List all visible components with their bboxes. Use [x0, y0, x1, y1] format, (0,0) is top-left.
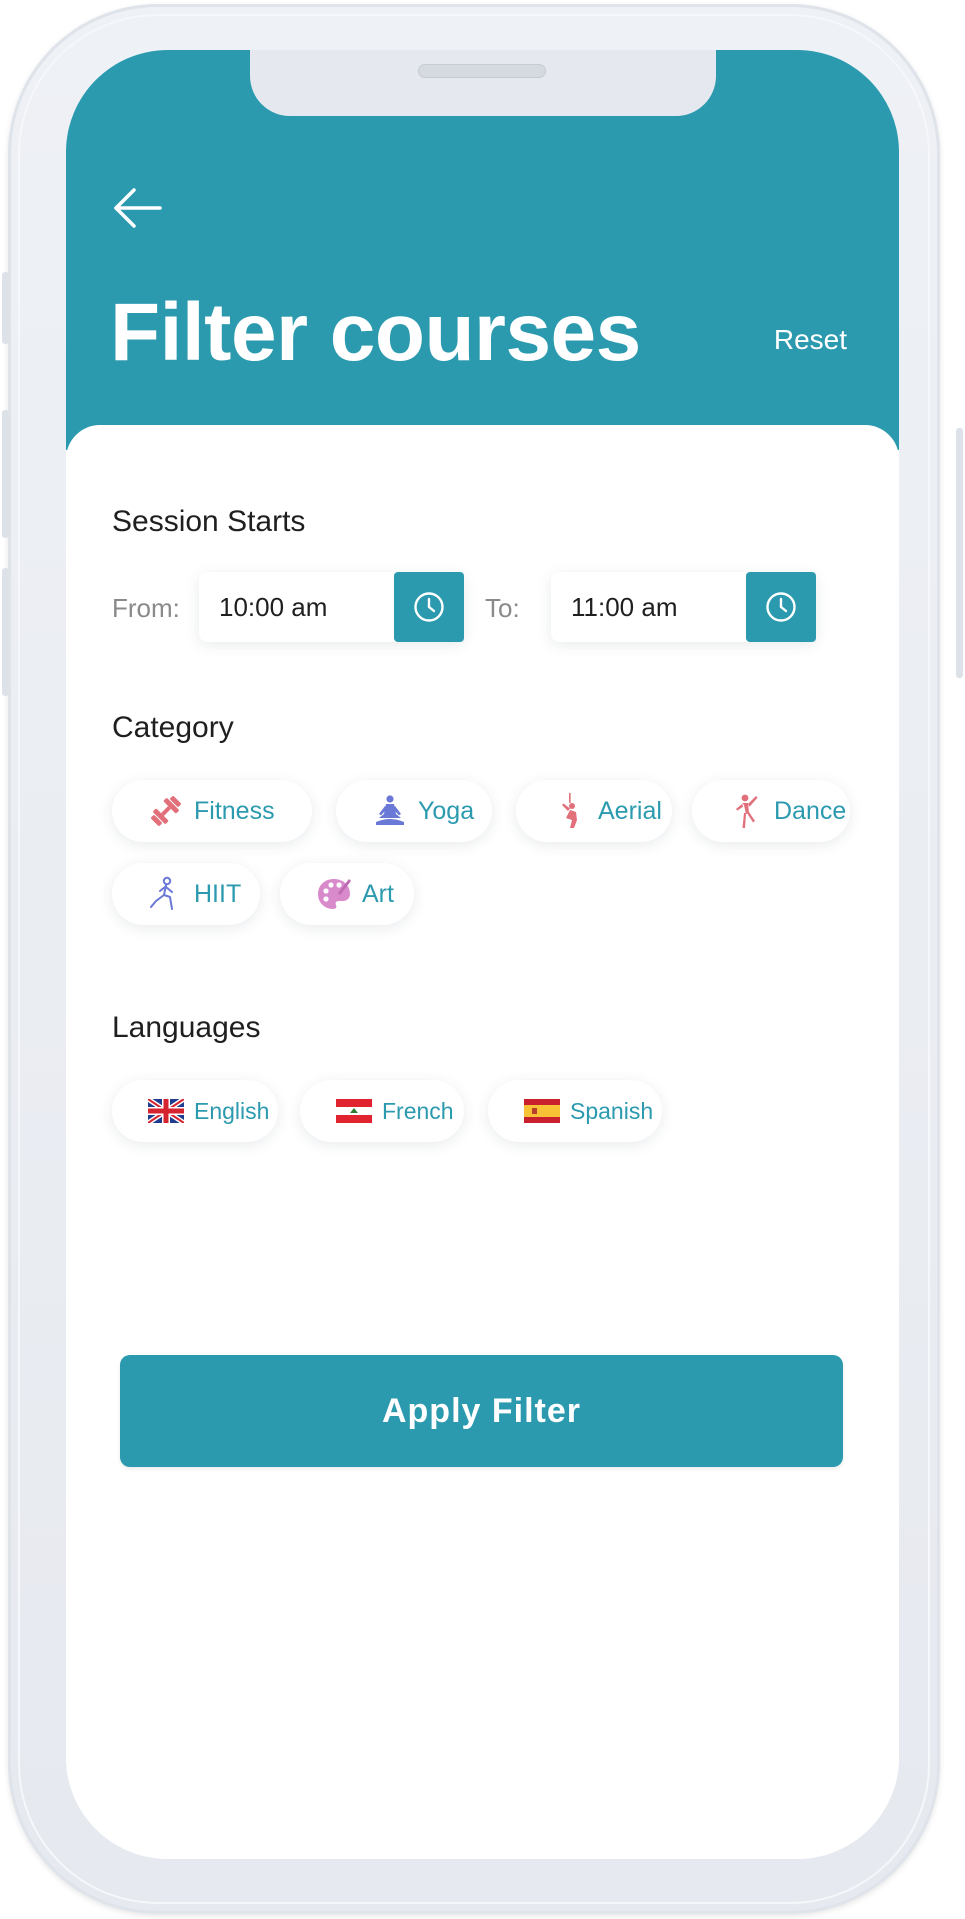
to-time-picker-button[interactable]	[746, 572, 816, 642]
language-chip-label: English	[194, 1097, 270, 1124]
flag-icon	[336, 1099, 372, 1123]
phone-volume-down	[2, 568, 9, 696]
category-chip-fitness[interactable]: Fitness	[112, 780, 312, 842]
apply-filter-button[interactable]: Apply Filter	[120, 1355, 843, 1467]
category-chip-art[interactable]: Art	[280, 863, 414, 925]
dancer-icon	[728, 793, 764, 829]
header: Filter courses Reset	[66, 50, 899, 450]
from-label: From:	[112, 593, 180, 623]
palette-icon	[316, 876, 352, 912]
category-row-1: Fitness Yoga Aerial Dance	[112, 780, 872, 842]
to-label: To:	[485, 593, 520, 623]
clock-icon	[766, 592, 796, 622]
phone-silent-switch	[2, 272, 9, 344]
aerial-dancer-icon	[552, 793, 588, 829]
yoga-icon	[372, 793, 408, 829]
app-screen: Filter courses Reset Session Starts From…	[66, 50, 899, 1859]
to-time-field[interactable]: 11:00 am	[551, 572, 816, 642]
category-chip-label: Fitness	[194, 796, 275, 825]
category-chip-yoga[interactable]: Yoga	[336, 780, 492, 842]
language-chip-french[interactable]: French	[300, 1080, 464, 1142]
speaker-grille	[418, 64, 546, 78]
dumbbell-icon	[148, 793, 184, 829]
notch	[250, 50, 716, 116]
lunge-icon	[148, 876, 184, 912]
category-chip-dance[interactable]: Dance	[692, 780, 850, 842]
language-chip-english[interactable]: English	[112, 1080, 278, 1142]
uk-flag-icon	[148, 1099, 184, 1123]
category-chip-label: Aerial	[598, 796, 662, 825]
session-starts-label: Session Starts	[112, 505, 306, 538]
phone-power-button	[956, 428, 963, 678]
category-chip-label: HIIT	[194, 879, 242, 908]
category-chip-label: Yoga	[418, 796, 475, 825]
from-time-field[interactable]: 10:00 am	[199, 572, 464, 642]
languages-row: English French Spanish	[112, 1080, 872, 1142]
category-chip-hiit[interactable]: HIIT	[112, 863, 260, 925]
language-chip-spanish[interactable]: Spanish	[488, 1080, 662, 1142]
reset-button[interactable]: Reset	[774, 324, 847, 356]
session-time-row: From: 10:00 am To: 11:00 am	[112, 572, 852, 642]
language-chip-label: Spanish	[570, 1097, 654, 1124]
category-chip-label: Art	[362, 879, 394, 908]
page-title: Filter courses	[110, 287, 641, 378]
back-button[interactable]	[112, 186, 162, 230]
category-chip-label: Dance	[774, 796, 847, 825]
from-time-value: 10:00 am	[219, 592, 328, 622]
clock-icon	[414, 592, 444, 622]
category-row-2: HIIT Art	[112, 863, 872, 925]
arrow-left-icon	[114, 188, 162, 228]
spain-flag-icon	[524, 1099, 560, 1123]
category-chip-aerial[interactable]: Aerial	[516, 780, 672, 842]
to-time-value: 11:00 am	[571, 592, 678, 622]
phone-volume-up	[2, 410, 9, 538]
languages-label: Languages	[112, 1011, 261, 1044]
from-time-picker-button[interactable]	[394, 572, 464, 642]
category-label: Category	[112, 711, 234, 744]
language-chip-label: French	[382, 1097, 454, 1124]
